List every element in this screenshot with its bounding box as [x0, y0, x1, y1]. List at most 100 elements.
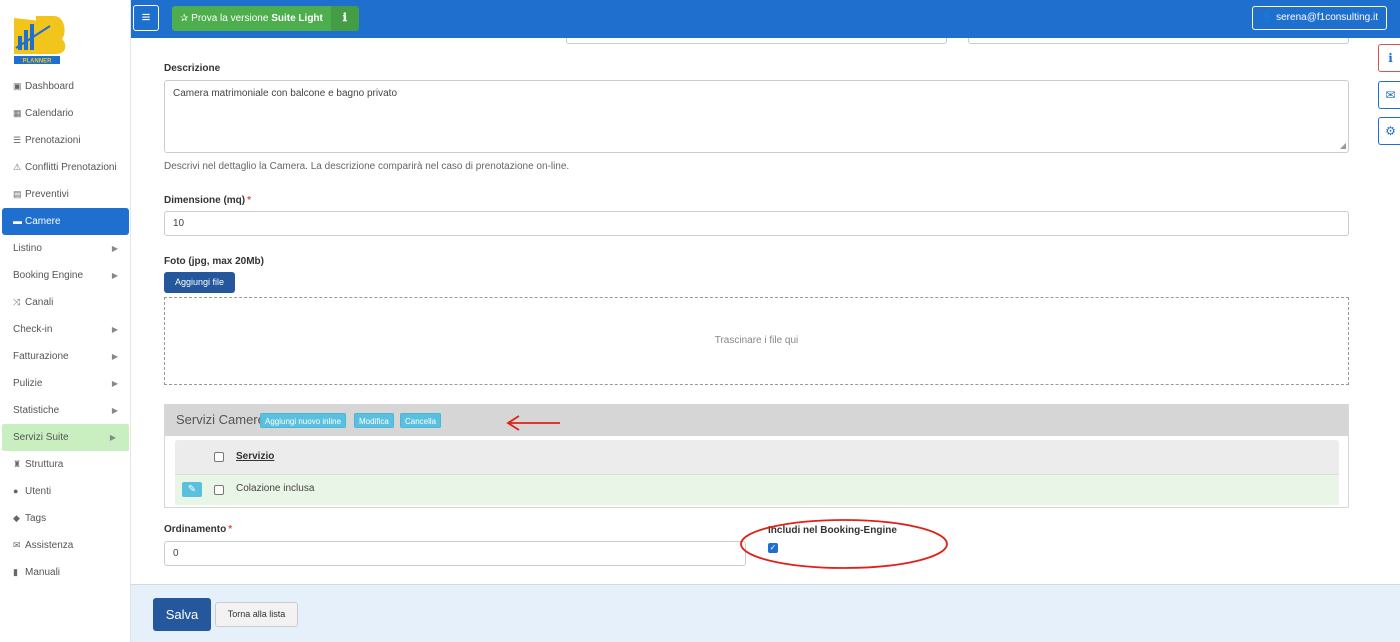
select-all-checkbox[interactable]: [214, 452, 224, 462]
column-header-servizio[interactable]: Servizio: [236, 451, 274, 462]
annotation-arrow-icon: [506, 415, 560, 431]
chevron-right-icon: ▶: [111, 352, 118, 361]
hamburger-icon: ≡: [141, 9, 151, 26]
sidebar-item-label: Statistiche: [13, 405, 60, 416]
sidebar-item-label: Preventivi: [25, 189, 69, 200]
edit-icon: ✎: [187, 484, 197, 495]
table-row: ✎ Colazione inclusa: [175, 475, 1339, 505]
descrizione-value: Camera matrimoniale con balcone e bagno …: [173, 88, 398, 99]
sidebar-item-tags[interactable]: ◆ Tags: [0, 505, 131, 532]
settings-float-button[interactable]: ⚙: [1378, 117, 1400, 145]
info-icon: ℹ: [342, 12, 347, 24]
svg-text:PLANNER: PLANNER: [22, 59, 52, 65]
save-button[interactable]: Salva: [153, 598, 211, 631]
sidebar-item-label: Check-in: [13, 324, 53, 335]
info-icon: ℹ: [1388, 51, 1393, 65]
sidebar-item-calendario[interactable]: ▦ Calendario: [0, 100, 131, 127]
list-icon: ☰: [13, 135, 22, 145]
sidebar-item-label: Assistenza: [25, 540, 74, 551]
required-mark: *: [228, 524, 233, 535]
bb-planner-logo[interactable]: PLANNER: [10, 12, 68, 66]
sidebar-item-dashboard[interactable]: ▣ Dashboard: [0, 73, 131, 100]
table-header: Servizio: [175, 440, 1339, 475]
promo-group: ✰ Prova la versione Suite Light ℹ: [172, 6, 359, 31]
sidebar-item-label: Listino: [13, 243, 42, 254]
ordinamento-label-text: Ordinamento: [164, 524, 227, 535]
sidebar-item-camere[interactable]: ▬ Camere: [2, 208, 129, 235]
shuffle-icon: ⤨: [13, 297, 21, 307]
partial-input-right[interactable]: [968, 38, 1349, 44]
servizio-cell: Colazione inclusa: [236, 483, 315, 494]
edit-button[interactable]: Modifica: [354, 413, 394, 428]
form-footer: Salva Torna alla lista: [131, 584, 1400, 642]
file-dropzone[interactable]: Trascinare i file qui: [164, 297, 1349, 385]
sidebar-item-booking-engine[interactable]: Booking Engine ▶: [0, 262, 131, 289]
sidebar-item-utenti[interactable]: ● Utenti: [0, 478, 131, 505]
sidebar-item-manuali[interactable]: ▮ Manuali: [0, 559, 131, 586]
promo-info-button[interactable]: ℹ: [330, 6, 359, 31]
menu-toggle-button[interactable]: ≡: [133, 5, 159, 31]
sidebar-item-label: Manuali: [25, 567, 61, 578]
sidebar-item-label: Tags: [25, 513, 47, 524]
gears-icon: ⚙: [1385, 124, 1396, 138]
delete-button[interactable]: Cancella: [400, 413, 442, 428]
sidebar-item-label: Utenti: [25, 486, 52, 497]
partial-input-left[interactable]: [566, 38, 947, 44]
sidebar-item-label: Camere: [25, 216, 61, 227]
calendar-icon: ▦: [13, 108, 22, 118]
descrizione-label: Descrizione: [164, 63, 221, 74]
sidebar-item-label: Struttura: [25, 459, 64, 470]
main-content: Descrizione Camera matrimoniale con balc…: [131, 38, 1400, 584]
servizi-camere-panel: Servizi Camere Aggiungi nuovo inline Mod…: [164, 404, 1349, 508]
user-icon: ●: [13, 486, 19, 496]
sidebar-item-label: Conflitti Prenotazioni: [25, 162, 117, 173]
sidebar-item-pulizie[interactable]: Pulizie ▶: [0, 370, 131, 397]
chevron-right-icon: ▶: [109, 433, 116, 442]
sidebar-item-prenotazioni[interactable]: ☰ Prenotazioni: [0, 127, 131, 154]
dashboard-icon: ▣: [13, 81, 22, 91]
sidebar-item-label: Booking Engine: [13, 270, 84, 281]
foto-label: Foto (jpg, max 20Mb): [164, 256, 264, 267]
descrizione-textarea[interactable]: Camera matrimoniale con balcone e bagno …: [164, 80, 1349, 153]
topbar: ≡ ✰ Prova la versione Suite Light ℹ 👤 se…: [131, 0, 1400, 38]
sidebar-item-canali[interactable]: ⤨ Canali: [0, 289, 131, 316]
descrizione-help: Descrivi nel dettaglio la Camera. La des…: [164, 161, 570, 172]
info-float-button[interactable]: ℹ: [1378, 44, 1400, 72]
sidebar-item-listino[interactable]: Listino ▶: [0, 235, 131, 262]
servizi-table: Servizio ✎ Colazione inclusa: [175, 440, 1339, 505]
dimensione-label: Dimensione (mq) *: [164, 195, 251, 206]
bed-icon: ▬: [13, 216, 22, 226]
row-edit-button[interactable]: ✎: [182, 482, 202, 497]
tower-icon: ♜: [13, 459, 22, 469]
sidebar-item-conflitti[interactable]: ⚠ Conflitti Prenotazioni: [0, 154, 131, 181]
chevron-right-icon: ▶: [111, 379, 118, 388]
sidebar-item-label: Prenotazioni: [25, 135, 81, 146]
sidebar-item-check-in[interactable]: Check-in ▶: [0, 316, 131, 343]
sidebar-item-struttura[interactable]: ♜ Struttura: [0, 451, 131, 478]
tags-icon: ◆: [13, 513, 20, 523]
back-to-list-button[interactable]: Torna alla lista: [215, 602, 298, 627]
sidebar-item-label: Fatturazione: [13, 351, 69, 362]
promo-prefix: ✰ Prova la versione: [180, 13, 272, 24]
add-inline-button[interactable]: Aggiungi nuovo inline: [260, 413, 347, 428]
sidebar-item-preventivi[interactable]: ▤ Preventivi: [0, 181, 131, 208]
resize-handle-icon[interactable]: ◢: [1340, 141, 1346, 150]
try-suite-light-button[interactable]: ✰ Prova la versione Suite Light: [172, 6, 331, 31]
sidebar-item-assistenza[interactable]: ✉ Assistenza: [0, 532, 131, 559]
promo-product: Suite Light: [271, 13, 323, 24]
sidebar-item-servizi-suite[interactable]: Servizi Suite ▶: [2, 424, 129, 451]
chevron-right-icon: ▶: [111, 325, 118, 334]
dimensione-input[interactable]: 10: [164, 211, 1349, 236]
servizi-header: Servizi Camere Aggiungi nuovo inline Mod…: [165, 405, 1348, 436]
servizi-title: Servizi Camere: [176, 412, 265, 427]
mail-float-button[interactable]: ✉: [1378, 81, 1400, 109]
row-checkbox[interactable]: [214, 485, 224, 495]
add-file-button[interactable]: Aggiungi file: [164, 272, 235, 293]
sidebar-item-statistiche[interactable]: Statistiche ▶: [0, 397, 131, 424]
user-menu-button[interactable]: 👤 serena@f1consulting.it: [1251, 6, 1387, 30]
sidebar-item-label: Pulizie: [13, 378, 43, 389]
envelope-icon: ✉: [1385, 88, 1396, 102]
sidebar-item-fatturazione[interactable]: Fatturazione ▶: [0, 343, 131, 370]
chevron-right-icon: ▶: [111, 406, 118, 415]
ordinamento-input[interactable]: 0: [164, 541, 746, 566]
